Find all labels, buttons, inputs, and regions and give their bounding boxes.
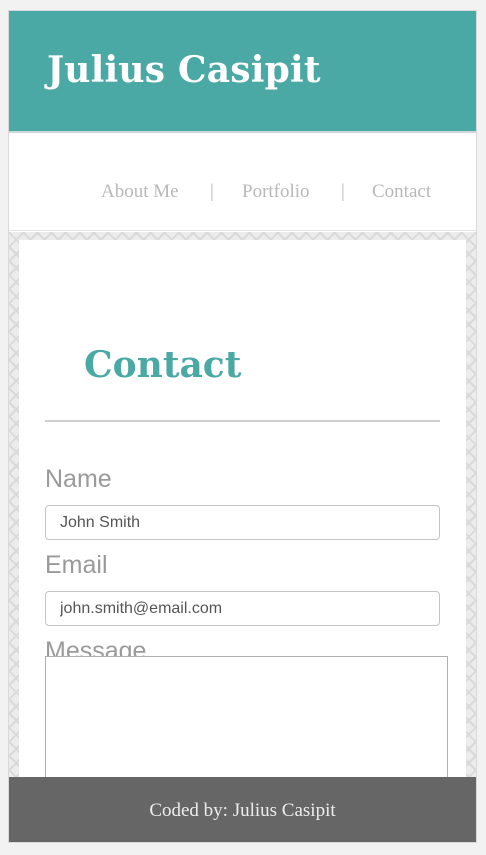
message-field[interactable]	[45, 656, 448, 796]
contact-panel: Contact Name Email Message	[19, 240, 466, 796]
nav-item-portfolio[interactable]: Portfolio	[242, 181, 310, 203]
main-nav: About Me | Portfolio | Contact	[9, 133, 476, 231]
nav-item-contact[interactable]: Contact	[372, 181, 431, 203]
patterned-background: Contact Name Email Message	[9, 232, 476, 796]
site-header: Julius Casipit	[9, 11, 476, 133]
site-title: Julius Casipit	[47, 49, 321, 91]
footer-credit: Coded by: Julius Casipit	[149, 799, 336, 821]
name-label: Name	[45, 465, 112, 493]
nav-separator: |	[341, 181, 345, 202]
nav-item-about-me[interactable]: About Me	[101, 181, 179, 203]
page-title: Contact	[84, 344, 242, 386]
divider	[45, 420, 440, 422]
page-frame: Julius Casipit About Me | Portfolio | Co…	[8, 10, 477, 843]
name-field[interactable]	[45, 505, 440, 540]
email-field[interactable]	[45, 591, 440, 626]
site-footer: Coded by: Julius Casipit	[9, 777, 476, 842]
nav-separator: |	[210, 181, 214, 202]
email-label: Email	[45, 551, 108, 579]
